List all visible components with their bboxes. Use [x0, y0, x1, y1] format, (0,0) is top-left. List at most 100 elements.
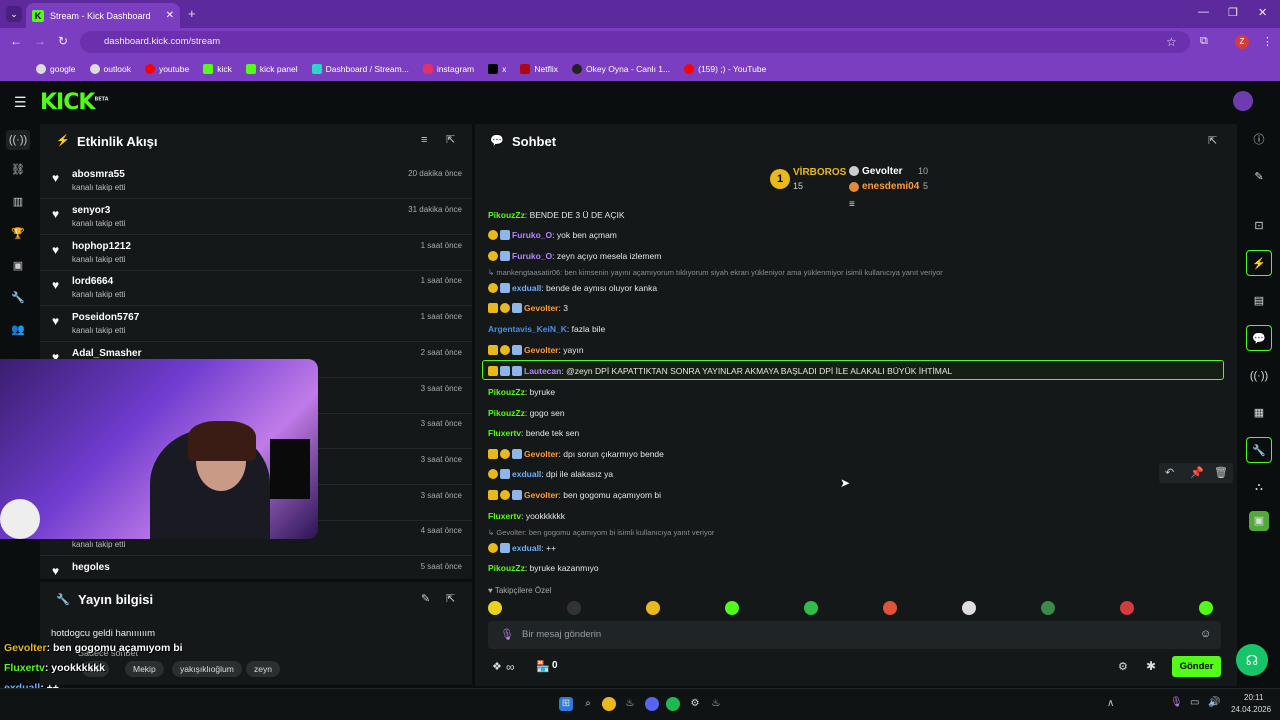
user-avatar[interactable] — [1233, 91, 1253, 111]
steam-icon[interactable]: ♨ — [709, 697, 723, 711]
activity-username[interactable]: senyor3 — [72, 205, 110, 216]
bookmark-kick-panel[interactable]: kick panel — [245, 63, 298, 74]
bookmark-kick[interactable]: kick — [203, 63, 232, 74]
activity-username[interactable]: Adal_Smasher — [72, 348, 141, 359]
chat-message[interactable]: exduall: bende de aynısı oluyor kanka — [488, 281, 657, 295]
users-nav-icon[interactable]: 👥 — [0, 323, 36, 336]
tag-pill[interactable]: zeyn — [246, 661, 280, 677]
chat-message-input[interactable]: Bir mesaj gönderin — [488, 621, 1221, 649]
emote-icon[interactable] — [1199, 601, 1213, 615]
stream-nav-icon[interactable]: ((·)) — [6, 130, 30, 150]
steam-icon[interactable]: ♨ — [623, 697, 637, 711]
wrench-nav-icon[interactable]: 🔧 — [0, 291, 36, 304]
chat-username[interactable]: Gevolter — [524, 490, 559, 500]
chat-username[interactable]: exduall — [512, 543, 541, 553]
chat-message[interactable]: Gevolter: ben gogomu açamıyom bi — [488, 488, 661, 502]
activity-username[interactable]: abosmra55 — [72, 169, 125, 180]
chat-message[interactable]: Gevolter: dpı sorun çıkarmıyo bende — [488, 447, 664, 461]
bookmark-youtube-2[interactable]: (159) ;) - YouTube — [684, 63, 766, 74]
capture-icon[interactable]: ⊡ — [1246, 213, 1272, 239]
chat-message[interactable]: Furuko_O: yok ben açmam — [488, 228, 617, 242]
edit-icon[interactable]: ✎ — [421, 592, 430, 605]
analytics-nav-icon[interactable]: ▥ — [0, 195, 36, 208]
app-icon[interactable]: ▣ — [1249, 511, 1269, 531]
chat-username[interactable]: Furuko_O — [512, 251, 552, 261]
close-window-icon[interactable]: ✕ — [1258, 6, 1267, 19]
emote-icon[interactable] — [567, 601, 581, 615]
browser-menu-icon[interactable]: ⋮ — [1262, 35, 1273, 48]
trophy-nav-icon[interactable]: 🏆 — [0, 227, 36, 240]
delete-icon[interactable]: 🗑 — [1214, 466, 1228, 479]
activity-username[interactable]: hegoles — [72, 562, 110, 573]
bookmark-dashboard[interactable]: Dashboard / Stream... — [311, 63, 409, 74]
chat-message[interactable]: exduall: dpi ile alakasız ya — [488, 467, 613, 481]
close-tab-icon[interactable]: ✕ — [166, 10, 174, 21]
url-field[interactable]: dashboard.kick.com/stream — [80, 31, 1190, 53]
points-icon[interactable]: ❖ — [492, 660, 502, 673]
expand-leaderboard-icon[interactable]: ≡ — [849, 199, 855, 210]
chat-username[interactable]: PikouzZz — [488, 408, 525, 418]
emote-icon[interactable] — [883, 601, 897, 615]
reply-icon[interactable]: ↶ — [1165, 466, 1174, 479]
volume-icon[interactable]: 🔊 — [1208, 697, 1220, 708]
network-icon[interactable]: ▭ — [1190, 697, 1199, 708]
back-icon[interactable]: ← — [10, 34, 22, 48]
chat-message[interactable]: PikouzZz: gogo sen — [488, 406, 565, 420]
chat-message[interactable]: Gevolter: yayın — [488, 343, 584, 357]
support-headset-icon[interactable]: ☊ — [1236, 644, 1268, 676]
broadcast-icon[interactable]: ((·)) — [1246, 363, 1272, 389]
chat-bot-icon[interactable]: ✱ — [1146, 659, 1156, 673]
chat-message[interactable]: PikouzZz: byruke — [488, 385, 555, 399]
bookmark-outlook[interactable]: outlook — [89, 63, 131, 74]
info-icon[interactable]: ⓘ — [1246, 127, 1272, 153]
chat-message[interactable]: exduall: ++ — [488, 541, 556, 555]
chat-message[interactable]: Furuko_O: zeyn açıyo mesela izlemem — [488, 249, 661, 263]
new-tab-icon[interactable]: + — [188, 6, 196, 21]
hamburger-menu-icon[interactable]: ☰ — [14, 94, 27, 111]
chat-username[interactable]: Fluxertv — [488, 511, 521, 521]
pin-icon[interactable]: 📌 — [1190, 466, 1204, 479]
emoji-icon[interactable]: ☺ — [1200, 628, 1211, 640]
chrome-icon[interactable] — [602, 697, 616, 711]
popout-icon[interactable]: ⇱ — [446, 133, 455, 146]
app-icon[interactable]: ⚙ — [688, 697, 702, 711]
chat-message[interactable]: Fluxertv: yookkkkkk — [488, 509, 565, 523]
activity-username[interactable]: lord6664 — [72, 276, 113, 287]
kick-logo[interactable]: KICKBETA — [40, 90, 109, 115]
document-icon[interactable]: ▤ — [1246, 288, 1272, 314]
store-icon[interactable]: 🏪 — [536, 660, 550, 673]
chat-username[interactable]: Gevolter — [524, 449, 559, 459]
bookmark-okey[interactable]: Okey Oyna - Canlı 1... — [572, 63, 670, 74]
chat-username[interactable]: Gevolter — [524, 345, 559, 355]
chat-message[interactable]: Gevolter: 3 — [488, 301, 568, 315]
emote-icon[interactable] — [1120, 601, 1134, 615]
link-nav-icon[interactable]: ⛓ — [0, 163, 36, 176]
browser-tab[interactable]: K Stream - Kick Dashboard ✕ — [26, 3, 180, 28]
extensions-icon[interactable]: ⧉ — [1200, 35, 1208, 48]
minimize-icon[interactable]: — — [1198, 6, 1209, 18]
video-nav-icon[interactable]: ▣ — [0, 259, 36, 272]
emote-icon[interactable] — [804, 601, 818, 615]
chat-username[interactable]: Argentavis_KeiN_K — [488, 324, 567, 334]
send-button[interactable]: Gönder — [1172, 656, 1221, 677]
chat-message[interactable]: PikouzZz: byruke kazanmıyo — [488, 561, 599, 575]
tag-pill[interactable]: Mekip — [125, 661, 164, 677]
emote-icon[interactable] — [646, 601, 660, 615]
activity-username[interactable]: hophop1212 — [72, 241, 131, 252]
bookmark-x[interactable]: x — [488, 63, 506, 74]
chat-username[interactable]: Furuko_O — [512, 230, 552, 240]
tag-pill[interactable]: yakışıklıoğlum — [172, 661, 242, 677]
pencil-icon[interactable]: ✎ — [1246, 164, 1272, 190]
forward-icon[interactable]: → — [34, 34, 46, 48]
search-icon[interactable]: ⌕ — [581, 697, 595, 711]
reload-icon[interactable]: ↻ — [58, 34, 68, 48]
bookmark-instagram[interactable]: instagram — [422, 63, 474, 74]
maximize-icon[interactable]: ❐ — [1228, 6, 1238, 19]
bookmark-youtube[interactable]: youtube — [144, 63, 189, 74]
chat-username[interactable]: PikouzZz — [488, 563, 525, 573]
emote-icon[interactable] — [725, 601, 739, 615]
chat-username[interactable]: Fluxertv — [488, 428, 521, 438]
microphone-icon[interactable]: 🎙 — [500, 628, 514, 641]
filter-icon[interactable]: ≡ — [421, 134, 427, 146]
popout-icon[interactable]: ⇱ — [1208, 134, 1217, 147]
